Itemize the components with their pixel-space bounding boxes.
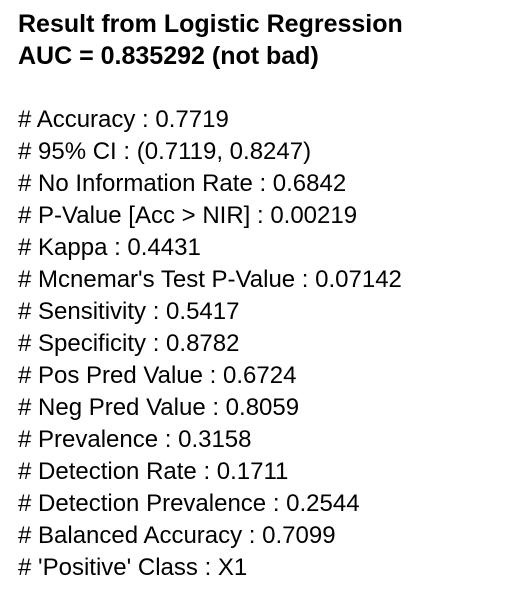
result-title: Result from Logistic Regression bbox=[18, 10, 403, 38]
stat-accuracy: # Accuracy : 0.7719 bbox=[18, 106, 229, 133]
stat-prevalence: # Prevalence : 0.3158 bbox=[18, 426, 252, 453]
stat-p-value: # P-Value [Acc > NIR] : 0.00219 bbox=[18, 202, 358, 229]
stat-positive-class: # 'Positive' Class : X1 bbox=[18, 554, 248, 581]
stat-95-ci: # 95% CI : (0.7119, 0.8247) bbox=[18, 138, 312, 165]
statistics-list: # Accuracy : 0.7719 # 95% CI : (0.7119, … bbox=[18, 104, 518, 584]
stat-kappa: # Kappa : 0.4431 bbox=[18, 234, 201, 261]
results-block: Result from Logistic Regression AUC = 0.… bbox=[18, 8, 518, 584]
stat-detection-prevalence: # Detection Prevalence : 0.2544 bbox=[18, 490, 360, 517]
auc-line: AUC = 0.835292 (not bad) bbox=[18, 42, 319, 70]
document-page: { "heading": { "title": "Result from Log… bbox=[0, 0, 525, 616]
stat-balanced-accuracy: # Balanced Accuracy : 0.7099 bbox=[18, 522, 336, 549]
stat-no-information-rate: # No Information Rate : 0.6842 bbox=[18, 170, 347, 197]
stat-mcnemar-p-value: # Mcnemar's Test P-Value : 0.07142 bbox=[18, 266, 402, 293]
stat-detection-rate: # Detection Rate : 0.1711 bbox=[18, 458, 289, 485]
stat-sensitivity: # Sensitivity : 0.5417 bbox=[18, 298, 240, 325]
stat-neg-pred-value: # Neg Pred Value : 0.8059 bbox=[18, 394, 300, 421]
stat-specificity: # Specificity : 0.8782 bbox=[18, 330, 240, 357]
stat-pos-pred-value: # Pos Pred Value : 0.6724 bbox=[18, 362, 297, 389]
